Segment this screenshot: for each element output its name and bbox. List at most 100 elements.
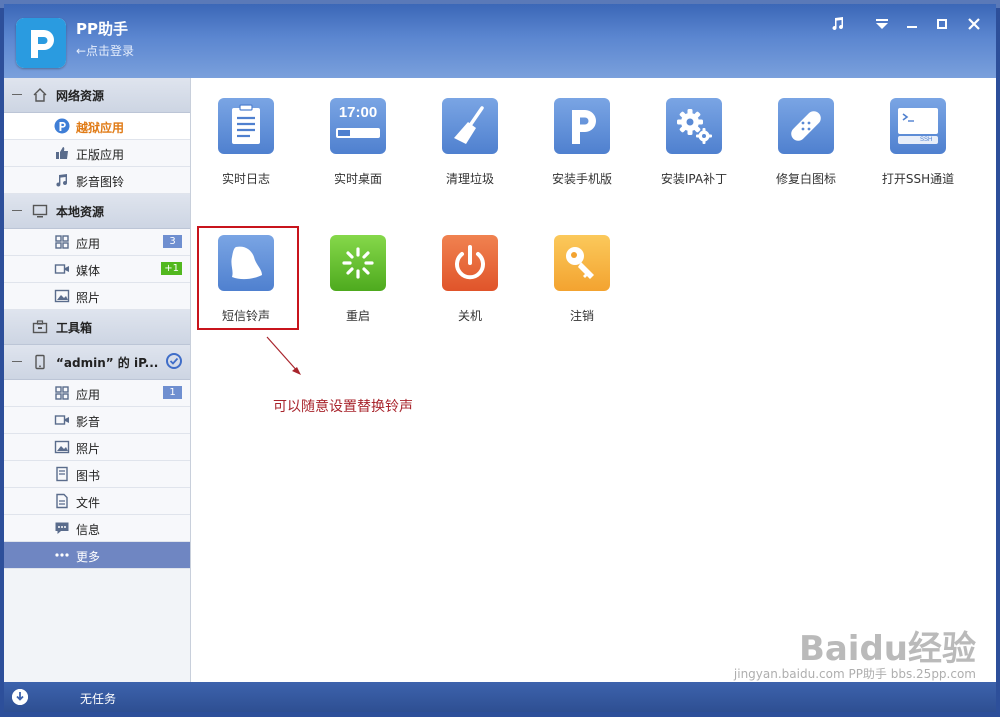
sidebar-item-device-apps[interactable]: 应用 1 <box>4 380 190 407</box>
book-icon <box>54 466 70 482</box>
video-icon <box>54 261 70 277</box>
app-title: PP助手 <box>76 20 128 38</box>
count-badge: 3 <box>163 235 182 248</box>
tool-label: 清理垃圾 <box>445 172 494 186</box>
sidebar-item-jailbreak-apps[interactable]: 越狱应用 <box>4 113 190 140</box>
grid-icon <box>54 385 70 401</box>
sidebar-item-device-files[interactable]: 文件 <box>4 488 190 515</box>
collapse-icon[interactable] <box>12 94 22 95</box>
music-note-icon <box>54 172 70 188</box>
sidebar-item-label: 更多 <box>76 550 101 564</box>
sidebar-item-media-ringtones[interactable]: 影音图铃 <box>4 167 190 194</box>
tool-open-ssh[interactable]: SSH 打开SSH通道 <box>863 78 973 188</box>
section-network[interactable]: 网络资源 <box>4 78 190 113</box>
sidebar-item-label: 越狱应用 <box>76 121 125 135</box>
section-local[interactable]: 本地资源 <box>4 194 190 229</box>
bandage-icon <box>778 98 834 154</box>
section-label: 本地资源 <box>56 205 105 219</box>
restart-icon <box>330 235 386 291</box>
section-toolbox[interactable]: 工具箱 <box>4 310 190 345</box>
pp-logo-icon <box>16 18 66 68</box>
tool-fix-white-icons[interactable]: 修复白图标 <box>751 78 861 188</box>
tool-clean-junk[interactable]: 清理垃圾 <box>415 78 525 188</box>
sidebar-item-label: 信息 <box>76 523 101 537</box>
minimize-icon[interactable] <box>902 14 922 34</box>
watermark-url: jingyan.baidu.com PP助手 bbs.25pp.com <box>733 667 976 681</box>
sidebar-item-label: 图书 <box>76 469 101 483</box>
tool-respring[interactable]: 注销 <box>527 215 637 325</box>
home-icon <box>32 87 48 103</box>
phone-icon <box>32 354 48 370</box>
task-status-bar[interactable]: 无任务 <box>4 682 190 712</box>
bottom-bar <box>190 682 996 712</box>
close-icon[interactable] <box>964 14 984 34</box>
tool-install-mobile[interactable]: 安装手机版 <box>527 78 637 188</box>
annotation-text: 可以随意设置替换铃声 <box>273 399 413 415</box>
sidebar-item-label: 应用 <box>76 237 101 251</box>
toolbox-panel: 实时日志 17:00 实时桌面 清理垃圾 安装手机版 安装IPA补丁 修复白图标 <box>191 78 996 682</box>
pp-icon <box>54 118 70 134</box>
tool-restart[interactable]: 重启 <box>303 215 413 325</box>
music-icon[interactable] <box>828 14 848 34</box>
login-link[interactable]: ←点击登录 <box>76 42 134 59</box>
tool-install-ipa-patch[interactable]: 安装IPA补丁 <box>639 78 749 188</box>
sidebar-item-device-messages[interactable]: 信息 <box>4 515 190 542</box>
sidebar-item-label: 媒体 <box>76 264 101 278</box>
section-label: “admin” 的 iP... <box>56 356 159 370</box>
sidebar-item-device-books[interactable]: 图书 <box>4 461 190 488</box>
tool-label: 安装IPA补丁 <box>660 172 728 186</box>
sidebar-item-official-apps[interactable]: 正版应用 <box>4 140 190 167</box>
message-icon <box>54 520 70 536</box>
toolbox-icon <box>32 319 48 335</box>
sidebar-item-label: 正版应用 <box>76 148 125 162</box>
gear-icon <box>666 98 722 154</box>
connected-check-icon <box>166 353 182 369</box>
log-icon <box>218 98 274 154</box>
collapse-icon[interactable] <box>12 210 22 211</box>
tool-realtime-log[interactable]: 实时日志 <box>191 78 301 188</box>
tool-label: 打开SSH通道 <box>881 172 955 186</box>
tool-label: 实时桌面 <box>333 172 382 186</box>
clock-text: 17:00 <box>338 104 378 121</box>
count-badge: 1 <box>163 386 182 399</box>
sidebar-item-local-media[interactable]: 媒体 +1 <box>4 256 190 283</box>
photo-icon <box>54 288 70 304</box>
tool-label: 注销 <box>569 309 594 323</box>
pp-icon <box>554 98 610 154</box>
sidebar-item-label: 照片 <box>76 442 101 456</box>
sidebar-item-label: 影音图铃 <box>76 175 125 189</box>
video-icon <box>54 412 70 428</box>
tool-label: 修复白图标 <box>775 172 836 186</box>
grid-icon <box>54 234 70 250</box>
sidebar-item-label: 照片 <box>76 291 101 305</box>
tool-label: 安装手机版 <box>551 172 612 186</box>
key-icon <box>554 235 610 291</box>
sidebar-item-label: 应用 <box>76 388 101 402</box>
power-icon <box>442 235 498 291</box>
watermark-logo: Baidu经验 <box>798 629 976 669</box>
sidebar: 网络资源 越狱应用 正版应用 影音图铃 本地资源 应用 3 媒体 +1 照片 工… <box>4 78 191 682</box>
tool-shutdown[interactable]: 关机 <box>415 215 525 325</box>
more-dots-icon <box>54 547 70 563</box>
section-label: 工具箱 <box>56 321 93 335</box>
section-label: 网络资源 <box>56 89 105 103</box>
tool-label: 关机 <box>457 309 482 323</box>
sidebar-item-device-more[interactable]: 更多 <box>4 542 190 569</box>
clock-icon: 17:00 <box>330 98 386 154</box>
new-badge: +1 <box>161 262 182 275</box>
download-icon <box>12 689 28 705</box>
sidebar-item-local-photos[interactable]: 照片 <box>4 283 190 310</box>
sidebar-item-device-photos[interactable]: 照片 <box>4 434 190 461</box>
photo-icon <box>54 439 70 455</box>
collapse-icon[interactable] <box>12 361 22 362</box>
title-bar: PP助手 ←点击登录 <box>4 4 996 78</box>
menu-dropdown-icon[interactable] <box>872 14 892 34</box>
sidebar-item-local-apps[interactable]: 应用 3 <box>4 229 190 256</box>
highlight-box <box>197 226 299 330</box>
section-device[interactable]: “admin” 的 iP... <box>4 345 190 380</box>
thumbs-up-icon <box>54 145 70 161</box>
sidebar-item-label: 影音 <box>76 415 101 429</box>
tool-realtime-desktop[interactable]: 17:00 实时桌面 <box>303 78 413 188</box>
maximize-icon[interactable] <box>932 14 952 34</box>
sidebar-item-device-media[interactable]: 影音 <box>4 407 190 434</box>
